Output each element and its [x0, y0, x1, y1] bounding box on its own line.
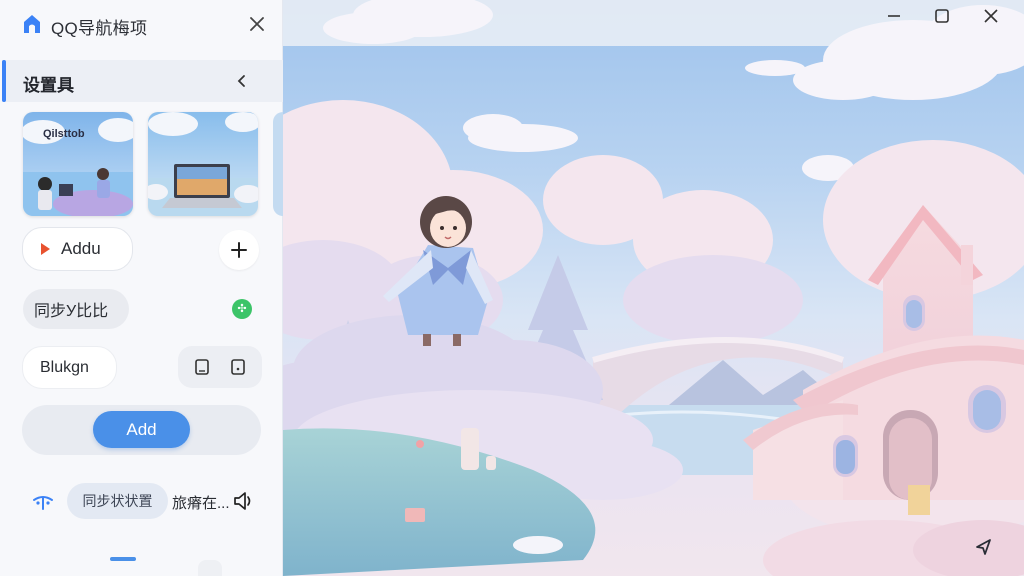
- status-text: 旅瘠在...: [172, 495, 230, 512]
- status-dot-icon[interactable]: ✣: [232, 299, 252, 319]
- section-accent-bar: [2, 60, 6, 102]
- section-title: 设置具: [23, 76, 74, 95]
- addu-label: Addu: [61, 239, 101, 258]
- sync-button[interactable]: 同步У比比: [23, 289, 129, 329]
- cursor-arrow-icon[interactable]: [973, 537, 993, 557]
- blukgn-label: Blukgn: [40, 358, 89, 376]
- section-header: 设置具: [2, 60, 283, 102]
- plus-icon: [231, 242, 247, 258]
- thumbnail-card-peek[interactable]: [273, 112, 283, 216]
- minimize-icon[interactable]: [886, 8, 916, 36]
- page-indicator: [110, 557, 136, 561]
- thumbnail-card-1[interactable]: Qilsttob: [23, 112, 133, 216]
- scroll-hint: [198, 560, 222, 576]
- chevron-left-icon[interactable]: [230, 69, 254, 93]
- thumbnail-card-2[interactable]: [148, 112, 258, 216]
- tablet-icon[interactable]: [185, 350, 219, 384]
- app-house-icon: [21, 13, 43, 35]
- sync-label: 同步У比比: [34, 303, 109, 320]
- scene-illustration: [283, 0, 1024, 576]
- maximize-icon[interactable]: [934, 8, 964, 36]
- sync-status-chip[interactable]: 同步状状置: [67, 483, 168, 519]
- icon-button-group: [178, 346, 262, 388]
- side-panel: QQ导航梅项 设置具 Qilsttob Addu 同步У比比 ✣ Blukgn …: [0, 0, 283, 576]
- close-icon[interactable]: [245, 12, 269, 36]
- thumbnail-caption: Qilsttob: [43, 128, 85, 140]
- plus-button[interactable]: [219, 230, 259, 270]
- play-icon: [41, 243, 50, 255]
- add-button[interactable]: Add: [93, 411, 190, 448]
- title-bar: QQ导航梅项: [0, 0, 283, 48]
- app-title: QQ导航梅项: [51, 19, 148, 38]
- square-icon[interactable]: [221, 350, 255, 384]
- speaker-icon[interactable]: [232, 490, 254, 512]
- share-icon[interactable]: [32, 492, 54, 512]
- blukgn-button[interactable]: Blukgn: [22, 346, 117, 389]
- addu-button[interactable]: Addu: [22, 227, 133, 271]
- window-close-icon[interactable]: [983, 8, 1013, 36]
- bottom-status-row: 同步状状置 旅瘠在...: [0, 482, 283, 520]
